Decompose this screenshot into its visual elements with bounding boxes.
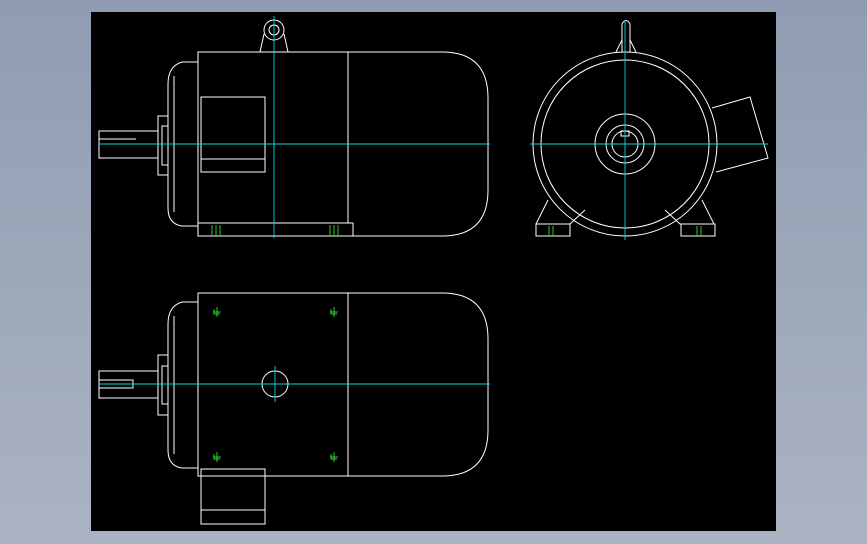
top-view [98,292,490,525]
front-foot-bolts [211,225,339,235]
front-flange-outer [157,115,169,176]
motor-drawing [98,16,769,525]
side-lifting-eye [615,20,637,53]
top-shaft [98,370,159,399]
side-terminal-box [711,96,769,173]
cad-drawing-viewport[interactable] [91,12,776,531]
front-flange-inner [161,125,169,166]
side-left-foot [535,199,586,225]
top-end-cap [167,301,198,469]
top-body-outline [197,292,489,477]
top-flange-outer [157,354,169,416]
front-terminal-box [200,96,266,173]
side-right-foot [664,199,715,225]
top-terminal-box [200,468,266,525]
front-shaft [98,130,159,159]
front-view [98,16,490,238]
side-view [530,20,769,240]
side-right-foot-base [680,223,716,237]
top-flange-inner [161,365,169,405]
